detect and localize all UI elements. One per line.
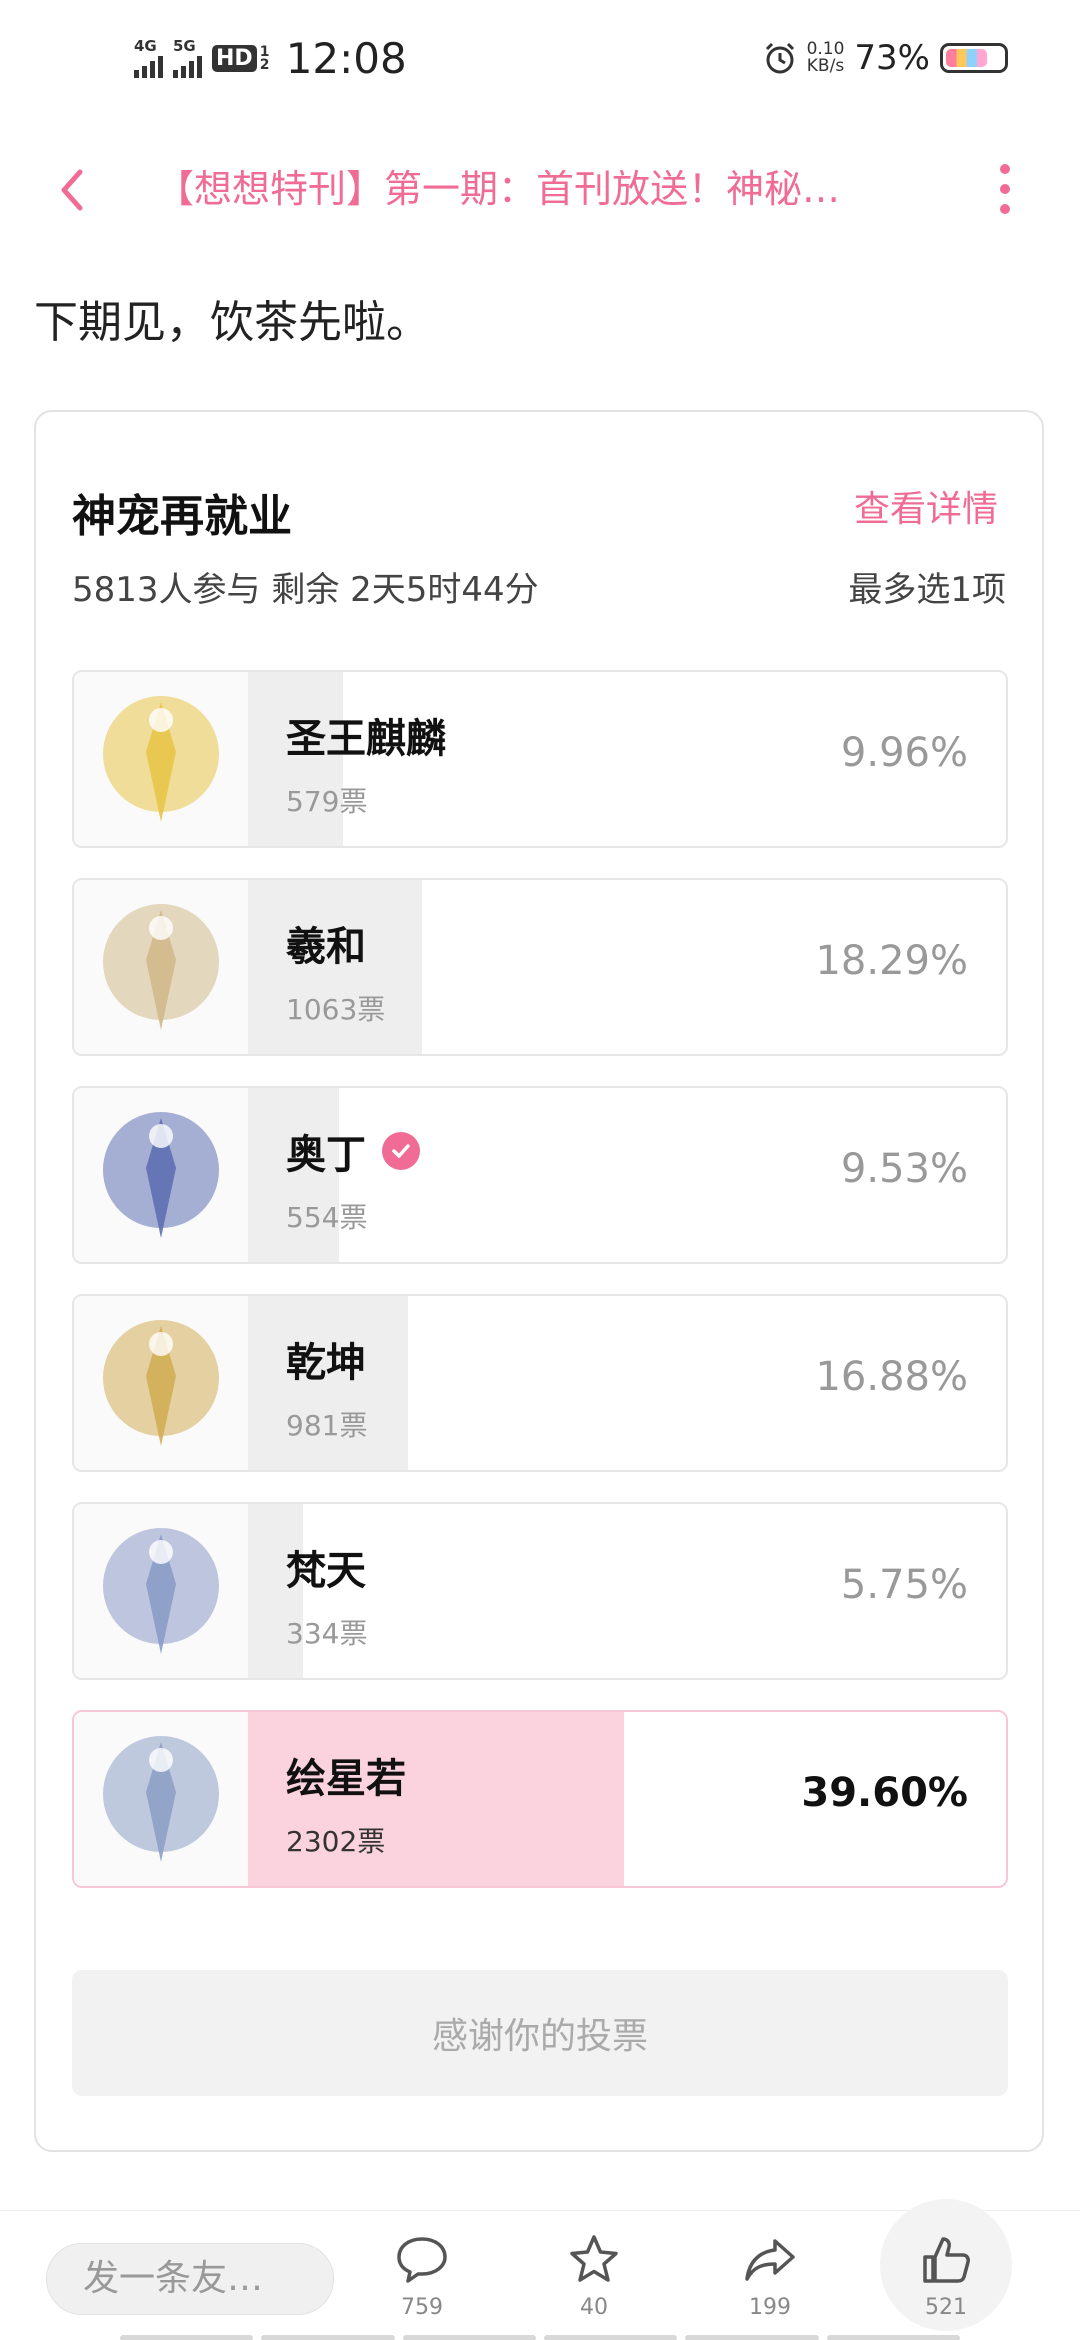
network-speed: 0.10 KB/s: [807, 41, 845, 75]
option-percent: 39.60%: [801, 1770, 968, 1816]
hd-label: HD: [212, 45, 257, 72]
back-icon[interactable]: [52, 160, 92, 220]
option-name-text: 圣王麒麟: [286, 716, 446, 762]
like-button[interactable]: 521: [886, 2231, 1006, 2320]
alarm-icon: [765, 42, 794, 74]
poll-option[interactable]: 梵天 334票 5.75%: [72, 1502, 1008, 1680]
network-4g-label: 4G: [134, 37, 157, 55]
option-avatar-image: [74, 1296, 248, 1470]
option-name-text: 乾坤: [286, 1340, 366, 1386]
option-name: 绘星若: [286, 1746, 406, 1804]
signal-4g: 4G: [134, 39, 163, 78]
option-avatar-image: [74, 1712, 248, 1886]
option-percent: 9.96%: [840, 730, 968, 776]
share-icon: [745, 2239, 795, 2281]
hd-voice-icon: HD 1 2: [212, 45, 272, 72]
option-name: 乾坤: [286, 1330, 366, 1388]
check-icon: [382, 1132, 420, 1170]
share-count: 199: [749, 2295, 791, 2320]
option-percent: 18.29%: [815, 938, 968, 984]
option-votes: 981票: [286, 1409, 368, 1442]
favorite-count: 40: [580, 2295, 608, 2320]
like-count: 521: [925, 2295, 967, 2320]
status-bar: 4G 5G HD 1 2 12:08 0.10 KB/s 73%: [0, 0, 1080, 120]
option-percent: 16.88%: [815, 1354, 968, 1400]
view-details-link[interactable]: 查看详情: [854, 480, 998, 532]
battery-percent: 73%: [854, 38, 930, 78]
comment-button[interactable]: 759: [362, 2231, 482, 2320]
option-name-text: 梵天: [286, 1548, 366, 1594]
comment-count: 759: [401, 2295, 443, 2320]
comment-input[interactable]: 发一条友…: [46, 2243, 334, 2315]
comment-icon: [397, 2237, 447, 2283]
app-header: 【想想特刊】第一期：首刊放送！神秘…: [0, 140, 1080, 240]
vote-thanks-button: 感谢你的投票: [72, 1970, 1008, 2096]
page-title: 【想想特刊】第一期：首刊放送！神秘…: [156, 167, 841, 211]
option-votes: 2302票: [286, 1825, 386, 1858]
option-percent: 5.75%: [840, 1562, 968, 1608]
option-name: 圣王麒麟: [286, 706, 446, 764]
poll-option[interactable]: 羲和 1063票 18.29%: [72, 878, 1008, 1056]
signal-bars-icon: [173, 54, 202, 78]
post-text: 下期见，饮茶先啦。: [34, 297, 430, 348]
poll-option[interactable]: 圣王麒麟 579票 9.96%: [72, 670, 1008, 848]
option-votes: 579票: [286, 785, 368, 818]
option-avatar-image: [74, 1504, 248, 1678]
battery-icon: [940, 43, 1008, 73]
option-name: 梵天: [286, 1538, 366, 1596]
gesture-bar: [120, 2335, 960, 2340]
speed-unit: KB/s: [806, 56, 845, 76]
option-votes: 1063票: [286, 993, 386, 1026]
clock: 12:08: [285, 34, 407, 83]
option-percent: 9.53%: [840, 1146, 968, 1192]
favorite-button[interactable]: 40: [534, 2231, 654, 2320]
status-right: 0.10 KB/s 73%: [763, 38, 1008, 78]
option-name-text: 奥丁: [286, 1132, 366, 1178]
status-left: 4G 5G HD 1 2 12:08: [134, 34, 407, 83]
poll-card: 神宠再就业 查看详情 5813人参与 剩余 2天5时44分 最多选1项 圣王麒麟…: [34, 410, 1044, 2152]
poll-option[interactable]: 绘星若 2302票 39.60%: [72, 1710, 1008, 1888]
option-name: 奥丁: [286, 1122, 420, 1180]
signal-bars-icon: [134, 54, 163, 78]
option-votes: 334票: [286, 1617, 368, 1650]
option-name: 羲和: [286, 914, 366, 972]
poll-title: 神宠再就业: [72, 491, 292, 542]
poll-selection-limit: 最多选1项: [848, 570, 1006, 610]
option-avatar-image: [74, 672, 248, 846]
poll-option[interactable]: 奥丁 554票 9.53%: [72, 1086, 1008, 1264]
star-icon: [570, 2235, 618, 2282]
share-button[interactable]: 199: [710, 2231, 830, 2320]
option-avatar-image: [74, 880, 248, 1054]
hd-sub-label: 1 2: [259, 43, 270, 73]
option-name-text: 绘星若: [286, 1756, 406, 1802]
thumbs-up-icon: [923, 2237, 970, 2283]
option-votes: 554票: [286, 1201, 368, 1234]
bottom-action-bar: 发一条友… 759 40 199 521: [0, 2199, 1080, 2340]
poll-participants: 5813人参与 剩余 2天5时44分: [72, 570, 539, 610]
option-avatar-image: [74, 1088, 248, 1262]
network-5g-label: 5G: [173, 37, 196, 55]
more-options-icon[interactable]: [990, 164, 1020, 218]
signal-5g: 5G: [173, 39, 202, 78]
poll-option[interactable]: 乾坤 981票 16.88%: [72, 1294, 1008, 1472]
option-name-text: 羲和: [286, 924, 366, 970]
